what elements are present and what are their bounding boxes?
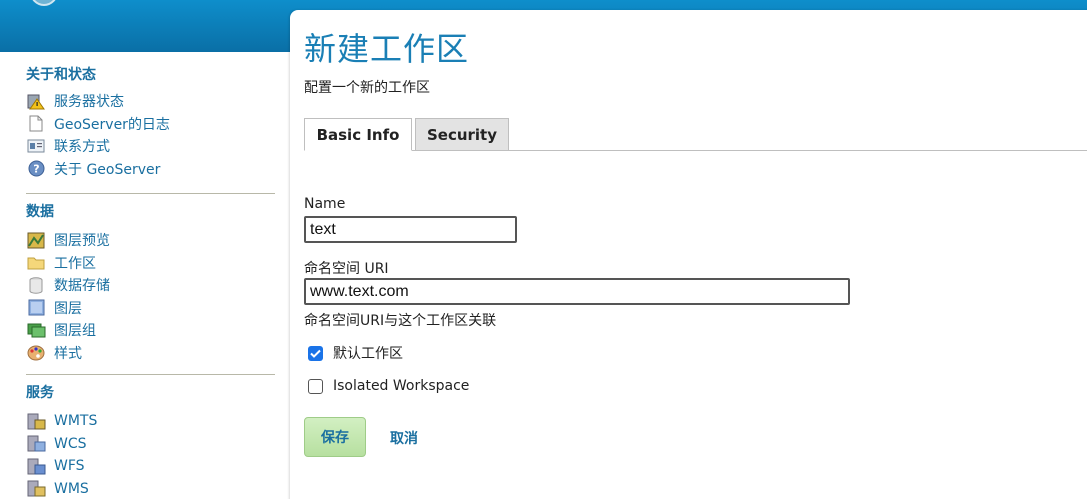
sidebar-item-label: 数据存储 bbox=[54, 278, 110, 295]
name-label: Name bbox=[304, 196, 346, 212]
sidebar-divider bbox=[26, 374, 275, 375]
sidebar-item-wmts[interactable]: WMTS bbox=[26, 410, 97, 433]
name-input[interactable] bbox=[304, 216, 517, 243]
sidebar-item-server-status[interactable]: 服务器状态 bbox=[26, 90, 170, 113]
sidebar-item-label: 工作区 bbox=[54, 255, 96, 272]
style-palette-icon bbox=[26, 344, 46, 361]
server-status-icon bbox=[26, 93, 46, 110]
sidebar-item-label: WFS bbox=[54, 458, 85, 475]
wfs-icon bbox=[26, 458, 46, 475]
sidebar-divider bbox=[26, 193, 275, 194]
default-workspace-checkbox[interactable] bbox=[308, 345, 323, 361]
sidebar-item-label: 图层组 bbox=[54, 323, 96, 340]
tab-basic-info[interactable]: Basic Info bbox=[304, 118, 412, 151]
wcs-icon bbox=[26, 435, 46, 452]
sidebar-section-data: 数据 图层预览 工作区 数据存储 图层 图层组 样式 bbox=[26, 203, 110, 364]
sidebar-item-wfs[interactable]: WFS bbox=[26, 455, 97, 478]
sidebar-item-label: 图层 bbox=[54, 300, 82, 317]
sidebar-item-label: WMTS bbox=[54, 413, 98, 430]
sidebar-item-label: 图层预览 bbox=[54, 233, 110, 250]
namespace-uri-help: 命名空间URI与这个工作区关联 bbox=[304, 313, 497, 329]
sidebar-item-datastores[interactable]: 数据存储 bbox=[26, 274, 110, 297]
sidebar-item-label: 联系方式 bbox=[54, 139, 110, 156]
sidebar-item-wcs[interactable]: WCS bbox=[26, 433, 97, 456]
sidebar-item-logs[interactable]: GeoServer的日志 bbox=[26, 113, 170, 136]
save-button[interactable]: 保存 bbox=[304, 417, 366, 457]
wmts-icon bbox=[26, 413, 46, 430]
svg-text:?: ? bbox=[33, 163, 39, 176]
page-description: 配置一个新的工作区 bbox=[304, 80, 430, 96]
isolated-workspace-label: Isolated Workspace bbox=[333, 378, 470, 394]
sidebar-item-label: WMS bbox=[54, 480, 89, 497]
namespace-uri-input[interactable] bbox=[304, 278, 850, 305]
default-workspace-label: 默认工作区 bbox=[333, 346, 403, 362]
cancel-link[interactable]: 取消 bbox=[390, 428, 418, 448]
sidebar-item-label: GeoServer的日志 bbox=[54, 116, 170, 133]
datastore-icon bbox=[26, 277, 46, 294]
sidebar-item-workspaces[interactable]: 工作区 bbox=[26, 252, 110, 275]
tab-security[interactable]: Security bbox=[415, 118, 509, 151]
main-content-panel: 新建工作区 配置一个新的工作区 Basic Info Security Name… bbox=[290, 10, 1087, 499]
sidebar-section-services: 服务 WMTS WCS WFS WMS bbox=[26, 384, 97, 499]
sidebar-item-styles[interactable]: 样式 bbox=[26, 342, 110, 365]
default-workspace-row[interactable]: 默认工作区 bbox=[308, 343, 403, 363]
contact-icon bbox=[26, 138, 46, 155]
page-title: 新建工作区 bbox=[304, 30, 470, 68]
tab-bar: Basic Info Security bbox=[304, 118, 1087, 151]
sidebar-section-about: 关于和状态 服务器状态 GeoServer的日志 联系方式 ? 关于 GeoSe… bbox=[26, 66, 170, 180]
sidebar-item-layers[interactable]: 图层 bbox=[26, 297, 110, 320]
sidebar-item-contact[interactable]: 联系方式 bbox=[26, 135, 170, 158]
sidebar-item-layer-groups[interactable]: 图层组 bbox=[26, 319, 110, 342]
sidebar-item-about[interactable]: ? 关于 GeoServer bbox=[26, 158, 170, 181]
namespace-uri-label: 命名空间 URI bbox=[304, 261, 389, 277]
log-icon bbox=[26, 115, 46, 132]
workspace-folder-icon bbox=[26, 254, 46, 271]
geoserver-logo-icon[interactable] bbox=[30, 0, 58, 6]
layer-preview-icon bbox=[26, 232, 46, 249]
section-title-data: 数据 bbox=[26, 204, 54, 220]
wms-icon bbox=[26, 480, 46, 497]
section-title-about: 关于和状态 bbox=[26, 67, 96, 83]
section-title-services: 服务 bbox=[26, 385, 54, 401]
sidebar-item-label: 服务器状态 bbox=[54, 94, 124, 111]
sidebar-item-label: 关于 GeoServer bbox=[54, 161, 161, 178]
about-icon: ? bbox=[26, 160, 46, 177]
sidebar-item-label: 样式 bbox=[54, 345, 82, 362]
sidebar-item-layer-preview[interactable]: 图层预览 bbox=[26, 229, 110, 252]
layer-group-icon bbox=[26, 322, 46, 339]
isolated-workspace-checkbox[interactable] bbox=[308, 378, 323, 394]
isolated-workspace-row[interactable]: Isolated Workspace bbox=[308, 378, 469, 394]
layer-icon bbox=[26, 299, 46, 316]
sidebar: 关于和状态 服务器状态 GeoServer的日志 联系方式 ? 关于 GeoSe… bbox=[0, 52, 290, 499]
checkmark-icon bbox=[310, 349, 321, 358]
sidebar-item-label: WCS bbox=[54, 435, 87, 452]
sidebar-item-wms[interactable]: WMS bbox=[26, 478, 97, 499]
